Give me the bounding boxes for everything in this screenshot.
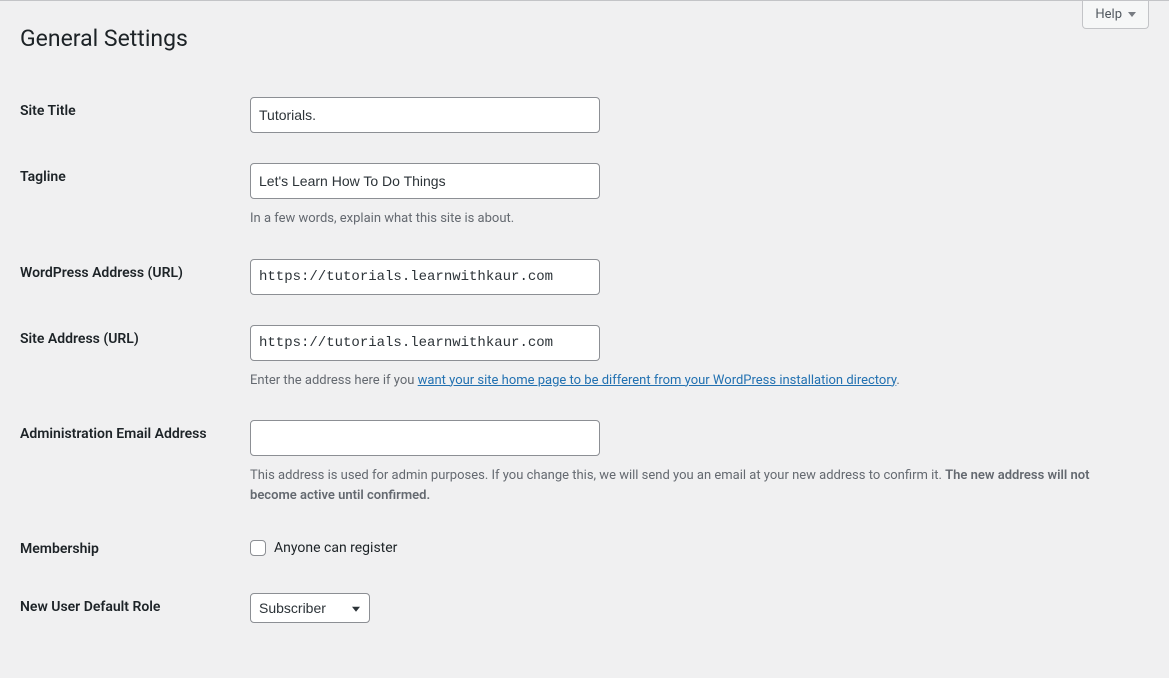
site-url-label: Site Address (URL) [20,310,240,406]
default-role-select[interactable]: Subscriber [250,593,370,623]
wp-url-input[interactable] [250,259,600,295]
tagline-input[interactable] [250,163,600,199]
wp-url-label: WordPress Address (URL) [20,244,240,310]
admin-email-description: This address is used for admin purposes.… [250,466,1139,505]
help-label: Help [1095,7,1122,22]
admin-email-label: Administration Email Address [20,405,240,520]
site-url-help-link[interactable]: want your site home page to be different… [418,373,897,388]
chevron-down-icon [1128,12,1136,17]
page-title: General Settings [20,11,1149,82]
tagline-description: In a few words, explain what this site i… [250,209,1139,229]
site-title-label: Site Title [20,82,240,148]
membership-checkbox[interactable] [250,540,266,556]
admin-email-input[interactable] [250,420,600,456]
site-title-input[interactable] [250,97,600,133]
tagline-label: Tagline [20,148,240,244]
site-url-description: Enter the address here if you want your … [250,371,1139,391]
default-role-label: New User Default Role [20,578,240,638]
help-tab[interactable]: Help [1082,1,1149,29]
membership-checkbox-label: Anyone can register [274,540,397,556]
site-url-input[interactable] [250,325,600,361]
membership-label: Membership [20,520,240,578]
